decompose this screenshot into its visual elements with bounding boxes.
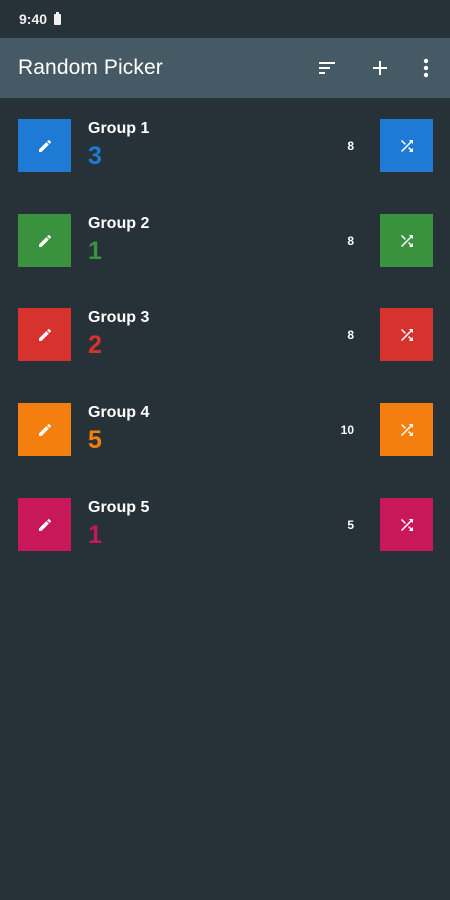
shuffle-icon — [400, 518, 413, 531]
edit-group-button[interactable] — [18, 308, 71, 361]
edit-group-button[interactable] — [18, 498, 71, 551]
shuffle-button[interactable] — [380, 119, 433, 172]
group-member-count: 10 — [340, 423, 354, 437]
group-picked-value: 5 — [88, 426, 102, 454]
add-icon — [373, 61, 387, 75]
edit-group-button[interactable] — [18, 214, 71, 267]
group-picked-value: 2 — [88, 331, 102, 359]
status-bar: 9:40 — [0, 0, 450, 38]
app-title: Random Picker — [18, 56, 163, 79]
edit-group-button[interactable] — [18, 119, 71, 172]
add-button[interactable] — [364, 52, 396, 84]
pencil-icon — [38, 518, 51, 531]
pencil-icon — [38, 234, 51, 247]
group-member-count: 8 — [347, 234, 354, 248]
battery-icon — [54, 11, 62, 25]
sort-button[interactable] — [312, 52, 344, 84]
group-name: Group 3 — [88, 309, 150, 326]
pencil-icon — [38, 139, 51, 152]
edit-group-button[interactable] — [18, 403, 71, 456]
app-bar: Random Picker — [0, 38, 450, 98]
group-picked-value: 3 — [88, 142, 102, 170]
group-picked-value: 1 — [88, 237, 102, 265]
pencil-icon — [38, 328, 51, 341]
group-row-1: Group 1 3 8 — [0, 98, 450, 193]
shuffle-icon — [400, 234, 413, 247]
shuffle-icon — [400, 139, 413, 152]
group-member-count: 8 — [347, 328, 354, 342]
shuffle-button[interactable] — [380, 403, 433, 456]
group-picked-value: 1 — [88, 521, 102, 549]
more-vert-icon — [423, 58, 429, 78]
group-row-3: Group 3 2 8 — [0, 287, 450, 382]
group-member-count: 5 — [347, 518, 354, 532]
more-options-button[interactable] — [410, 52, 442, 84]
pencil-icon — [38, 423, 51, 436]
shuffle-button[interactable] — [380, 308, 433, 361]
sort-icon — [319, 62, 335, 74]
group-row-2: Group 2 1 8 — [0, 193, 450, 288]
group-name: Group 1 — [88, 120, 150, 137]
group-row-4: Group 4 5 10 — [0, 382, 450, 477]
shuffle-button[interactable] — [380, 214, 433, 267]
group-name: Group 5 — [88, 499, 150, 516]
group-row-5: Group 5 1 5 — [0, 477, 450, 572]
group-member-count: 8 — [347, 139, 354, 153]
group-name: Group 2 — [88, 215, 150, 232]
shuffle-icon — [400, 328, 413, 341]
group-name: Group 4 — [88, 404, 150, 421]
shuffle-button[interactable] — [380, 498, 433, 551]
status-time: 9:40 — [19, 11, 48, 27]
shuffle-icon — [400, 423, 413, 436]
